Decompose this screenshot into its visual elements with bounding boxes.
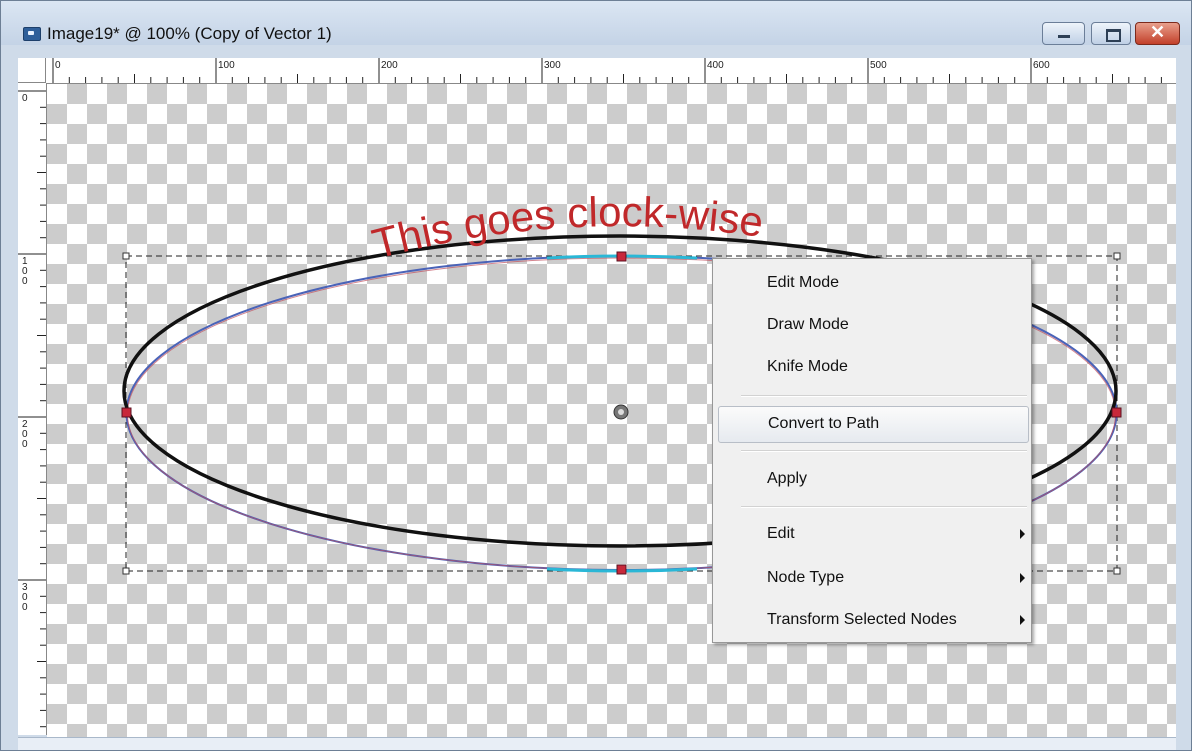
ruler-label: 0 bbox=[22, 93, 28, 104]
ruler-label: 0 bbox=[22, 276, 28, 287]
menu-item-apply[interactable]: Apply bbox=[713, 462, 1031, 496]
menu-item-knife-mode[interactable]: Knife Mode bbox=[713, 350, 1031, 384]
menu-item-node-type[interactable]: Node Type bbox=[713, 561, 1031, 595]
menu-item-edit-mode[interactable]: Edit Mode bbox=[713, 266, 1031, 300]
close-icon: ✕ bbox=[1149, 22, 1166, 42]
horizontal-ruler[interactable]: 0 100 200 300 400 500 600 bbox=[46, 58, 1176, 84]
ruler-label: 500 bbox=[870, 60, 887, 71]
ruler-label: 600 bbox=[1033, 60, 1050, 71]
node-right[interactable] bbox=[1111, 407, 1122, 418]
ruler-corner bbox=[18, 58, 46, 83]
minimize-icon bbox=[1058, 35, 1070, 38]
vertical-ruler[interactable]: 0100200300 bbox=[18, 83, 47, 735]
handle-top-left[interactable] bbox=[122, 252, 130, 260]
image-document-icon bbox=[23, 27, 41, 41]
ruler-label: 0 bbox=[22, 602, 28, 613]
image-window: Image19* @ 100% (Copy of Vector 1) ✕ 0 10… bbox=[0, 0, 1192, 751]
maximize-icon bbox=[1106, 29, 1121, 42]
ruler-label: 300 bbox=[544, 60, 561, 71]
ruler-label: 100 bbox=[218, 60, 235, 71]
menu-separator bbox=[741, 450, 1027, 452]
chevron-right-icon bbox=[1020, 573, 1025, 583]
window-title: Image19* @ 100% (Copy of Vector 1) bbox=[47, 24, 332, 43]
chevron-right-icon bbox=[1020, 615, 1025, 625]
node-bottom[interactable] bbox=[616, 564, 627, 575]
menu-item-draw-mode[interactable]: Draw Mode bbox=[713, 308, 1031, 342]
menu-item-convert-to-path[interactable]: Convert to Path bbox=[718, 406, 1029, 443]
title-bar[interactable]: Image19* @ 100% (Copy of Vector 1) ✕ bbox=[1, 1, 1191, 45]
node-left[interactable] bbox=[121, 407, 132, 418]
menu-item-transform-selected-nodes[interactable]: Transform Selected Nodes bbox=[713, 603, 1031, 637]
ruler-label: 400 bbox=[707, 60, 724, 71]
minimize-button[interactable] bbox=[1042, 22, 1085, 45]
menu-separator bbox=[741, 395, 1027, 397]
maximize-button[interactable] bbox=[1091, 22, 1131, 45]
ruler-label: 0 bbox=[55, 60, 61, 71]
crosshair-icon[interactable] bbox=[613, 404, 629, 420]
context-menu: Edit Mode Draw Mode Knife Mode Convert t… bbox=[712, 258, 1032, 643]
chevron-right-icon bbox=[1020, 529, 1025, 539]
menu-separator bbox=[741, 506, 1027, 508]
close-button[interactable]: ✕ bbox=[1135, 22, 1180, 45]
menu-item-edit[interactable]: Edit bbox=[713, 517, 1031, 551]
node-top[interactable] bbox=[616, 251, 627, 262]
horizontal-scrollbar[interactable] bbox=[18, 737, 1176, 750]
handle-top-right[interactable] bbox=[1113, 252, 1121, 260]
handle-bottom-right[interactable] bbox=[1113, 567, 1121, 575]
ruler-label: 200 bbox=[381, 60, 398, 71]
handle-bottom-left[interactable] bbox=[122, 567, 130, 575]
ruler-label: 0 bbox=[22, 439, 28, 450]
